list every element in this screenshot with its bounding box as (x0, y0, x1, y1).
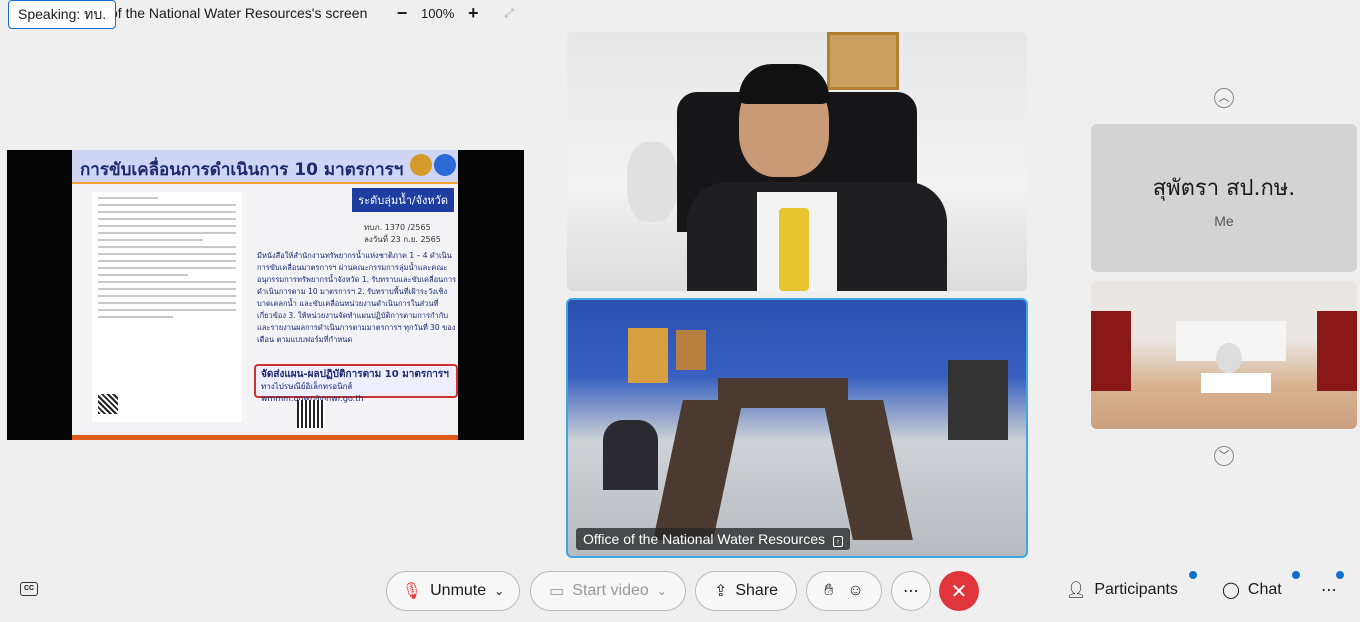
video-tile-room[interactable]: Office of the National Water Resources ↑ (566, 298, 1028, 558)
chat-icon: ◯ (1222, 582, 1240, 599)
portrait-frame (676, 330, 706, 370)
participants-notification-dot (1189, 571, 1197, 579)
reactions-group: ✋︎ ☺ (806, 571, 882, 611)
more-notification-dot (1336, 571, 1344, 579)
zoom-level: 100% (421, 6, 455, 21)
chevron-down-icon[interactable]: ⌄ (494, 584, 504, 598)
slide-tag: ระดับลุ่มน้ำ/จังหวัด (352, 188, 454, 212)
emblem-icon (410, 154, 432, 176)
room-name-label: Office of the National Water Resources ↑ (576, 528, 850, 550)
shared-screen: การขับเคลื่อนการดำเนินการ 10 มาตรการฯ ระ… (7, 150, 524, 440)
zoom-out-button[interactable]: − (395, 3, 409, 24)
video-off-icon: ▭ (549, 583, 565, 600)
raise-hand-icon[interactable]: ✋︎ (824, 582, 833, 600)
zoom-in-button[interactable]: + (466, 3, 480, 24)
expand-icon[interactable]: ⤢ (504, 6, 514, 21)
share-title: of the National Water Resources's screen (110, 5, 368, 21)
shrine (628, 328, 668, 383)
share-icon: ⇪ (713, 583, 728, 600)
slide-footer-bar (72, 435, 458, 440)
right-table (823, 400, 913, 540)
slide-document (92, 192, 242, 422)
chevron-down-icon[interactable]: ⌄ (657, 584, 667, 598)
scroll-down-button[interactable]: ﹀ (1214, 446, 1234, 466)
more-options-button[interactable]: ⋯ (891, 571, 931, 611)
scroll-up-button[interactable]: ︿ (1214, 88, 1234, 108)
participants-button[interactable]: 👤︎ Participants (1066, 580, 1178, 600)
zoom-controls: − 100% + ⤢ (395, 3, 514, 24)
flower-vase (627, 142, 677, 222)
logo-icon (434, 154, 456, 176)
chairs (948, 360, 1008, 440)
slide-box: จัดส่งแผน-ผลปฏิบัติการตาม 10 มาตรการฯ ทา… (254, 364, 458, 403)
leave-button[interactable]: ✕ (939, 571, 979, 611)
more-menu-button[interactable]: ⋯ (1321, 580, 1337, 600)
close-icon: ✕ (950, 580, 968, 603)
qr-code-icon (297, 400, 325, 428)
qr-code-icon (98, 394, 118, 414)
speaker-hair (739, 64, 829, 104)
self-name: สุพัตรา สป.กษ. (1152, 176, 1296, 201)
participant (603, 420, 658, 490)
slide-ref: ทบภ. 1370 /2565 ลงวันที่ 23 ก.ย. 2565 (364, 223, 441, 244)
table-sign (1201, 373, 1271, 393)
unmute-button[interactable]: 🎙︎ Unmute ⌄ (386, 571, 520, 611)
start-video-button[interactable]: ▭ Start video ⌄ (530, 571, 686, 611)
thumbnail-tile[interactable] (1091, 281, 1357, 429)
participant (1216, 343, 1242, 373)
self-label: Me (1214, 213, 1234, 229)
screen-share-icon: ↑ (832, 536, 843, 547)
video-tile-speaker[interactable] (567, 32, 1027, 291)
captions-icon[interactable]: CC (20, 582, 38, 596)
left-table (653, 400, 743, 540)
chat-notification-dot (1292, 571, 1300, 579)
chat-button[interactable]: ◯ Chat (1222, 580, 1282, 600)
mic-off-icon: 🎙︎ (401, 583, 423, 600)
curtain-right (1317, 311, 1357, 391)
curtain-left (1091, 311, 1131, 391)
speaking-indicator: Speaking: ทบ. (8, 0, 117, 29)
participants-icon: 👤︎ (1066, 582, 1087, 599)
share-button[interactable]: ⇪ Share (695, 571, 797, 611)
slide-body: มีหนังสือให้สำนักงานทรัพยากรน้ำแห่งชาติภ… (257, 251, 457, 344)
portrait-frame (827, 32, 899, 90)
room-banner (723, 300, 873, 340)
self-tile[interactable]: สุพัตรา สป.กษ. Me (1091, 124, 1357, 272)
shared-slide: การขับเคลื่อนการดำเนินการ 10 มาตรการฯ ระ… (72, 150, 458, 440)
speaker-tie (779, 208, 809, 291)
slide-title: การขับเคลื่อนการดำเนินการ 10 มาตรการฯ (72, 150, 458, 184)
reactions-icon[interactable]: ☺ (847, 582, 863, 600)
